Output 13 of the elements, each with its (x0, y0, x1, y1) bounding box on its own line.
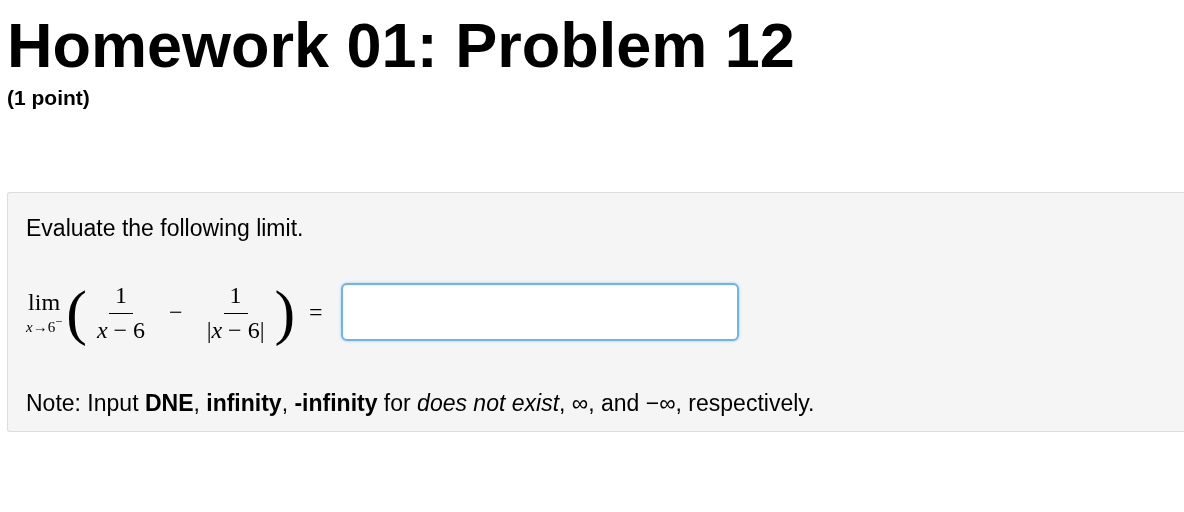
problem-prompt: Evaluate the following limit. (26, 215, 305, 242)
fraction: 1 x − 6 (95, 280, 147, 344)
limit-subscript: x→6$^{−}$ (26, 313, 63, 335)
answer-field[interactable] (340, 283, 739, 341)
right-parenthesis: ) (274, 277, 296, 348)
minus-sign: − (169, 298, 183, 326)
fraction: 1 |x − 6| (205, 280, 266, 344)
equals-sign: = (309, 298, 323, 326)
left-parenthesis: ( (66, 277, 87, 348)
limit-operator: lim (28, 289, 61, 314)
note-text: Note: Input DNE, infinity, -infinity for does not exist, ∞, and −∞, respectively. (26, 390, 816, 417)
page-title: Homework 01: Problem 12 (7, 9, 796, 82)
points-label: (1 point) (7, 86, 91, 110)
